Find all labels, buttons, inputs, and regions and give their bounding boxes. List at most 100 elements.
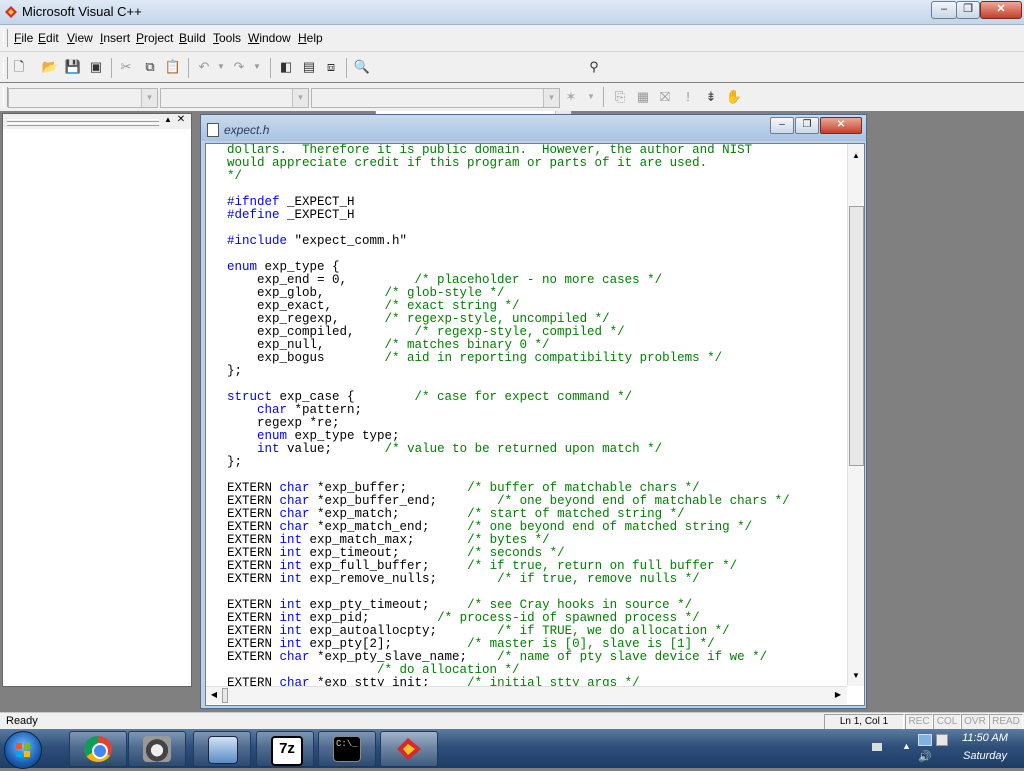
vertical-scroll-thumb[interactable] (849, 206, 864, 466)
cut-icon[interactable]: ✂ (117, 58, 135, 76)
chevron-down-icon[interactable]: ▼ (141, 89, 157, 107)
minimize-button[interactable]: ‒ (931, 1, 957, 19)
wizard-action-icon[interactable]: ✶ (562, 88, 580, 106)
keyboard-tray-icon[interactable] (872, 743, 882, 751)
redo-dropdown-icon[interactable]: ▼ (248, 58, 266, 76)
menu-build[interactable]: Build (179, 31, 206, 45)
taskbar-raccoon-app[interactable] (128, 731, 186, 767)
members-combo[interactable]: ▼ (311, 88, 560, 108)
code-line[interactable]: exp_bogus /* aid in reporting compatibil… (227, 352, 842, 365)
code-comment: /* master is [0], slave is [1] */ (467, 637, 715, 651)
workspace-icon[interactable]: ◧ (277, 58, 295, 76)
code-comment: /* one beyond end of matchable chars */ (497, 494, 790, 508)
code-line[interactable]: #include "expect_comm.h" (227, 235, 842, 248)
save-icon[interactable]: 💾 (64, 58, 82, 76)
restore-button[interactable]: ❐ (956, 1, 980, 19)
code-line[interactable]: would appreciate credit if this program … (227, 157, 842, 170)
class-combo[interactable]: ▼ (8, 88, 158, 108)
taskbar-computer[interactable] (193, 731, 251, 767)
paste-icon[interactable]: 📋 (164, 58, 182, 76)
undo-dropdown-icon[interactable]: ▼ (212, 58, 230, 76)
copy-icon[interactable]: ⧉ (141, 58, 159, 76)
new-file-icon[interactable]: 🗋 (10, 58, 28, 76)
menu-file[interactable]: File (14, 31, 33, 45)
menu-insert[interactable]: Insert (100, 31, 130, 45)
workspace-grip[interactable] (7, 119, 159, 122)
redo-icon[interactable]: ↷ (230, 58, 248, 76)
code-comment: /* initial stty args */ (467, 676, 640, 687)
code-keyword: char (279, 507, 310, 521)
show-hidden-icons-icon[interactable]: ▲ (902, 741, 911, 751)
find-in-files-icon[interactable]: 🔍 (353, 58, 371, 76)
taskbar-7zip[interactable]: 7z (256, 731, 314, 767)
filter-combo[interactable]: ▼ (160, 88, 309, 108)
maximize-pane-icon[interactable]: ▲ (163, 115, 173, 127)
code-area[interactable]: dollars. Therefore it is public domain. … (227, 144, 842, 686)
code-line[interactable]: int value; /* value to be returned upon … (227, 443, 842, 456)
doc-minimize-button[interactable]: ‒ (770, 117, 794, 134)
taskbar-chrome[interactable] (69, 731, 127, 767)
chevron-down-icon[interactable]: ▼ (292, 89, 308, 107)
horizontal-scroll-thumb[interactable] (222, 688, 228, 703)
workspace-pane[interactable]: ▲ ✕ (2, 113, 192, 687)
code-editor[interactable]: dollars. Therefore it is public domain. … (205, 143, 865, 706)
scroll-left-icon[interactable]: ◀ (206, 687, 222, 703)
undo-icon[interactable]: ↶ (195, 58, 213, 76)
menubar-grip[interactable] (3, 29, 8, 47)
start-button[interactable] (4, 731, 42, 769)
code-line[interactable]: #define _EXPECT_H (227, 209, 842, 222)
doc-restore-button[interactable]: ❐ (795, 117, 819, 134)
menu-edit[interactable]: Edit (38, 31, 59, 45)
execute-icon[interactable]: ! (679, 88, 697, 106)
vertical-scrollbar[interactable]: ▲ ▼ (847, 144, 864, 686)
code-line[interactable]: */ (227, 170, 842, 183)
build-icon[interactable]: ▦ (634, 88, 652, 106)
clock-day[interactable]: Saturday (952, 750, 1018, 762)
wizard-toolbar: ▼ ▼ ▼ ✶ ▼ ⎘ ▦ ⛝ ! ⇟ ✋ (0, 83, 1024, 111)
volume-icon[interactable]: 🔊 (918, 750, 932, 763)
toolbar-grip[interactable] (3, 57, 8, 79)
code-text: EXTERN (227, 676, 280, 687)
network-icon[interactable] (918, 734, 932, 746)
code-text: exp_timeout; (302, 546, 468, 560)
stop-build-icon[interactable]: ⛝ (656, 88, 674, 106)
code-comment: /* if TRUE, we do allocation */ (497, 624, 730, 638)
action-center-icon[interactable] (936, 734, 948, 746)
menu-view[interactable]: View (67, 31, 93, 45)
chevron-down-icon[interactable]: ▼ (543, 89, 559, 107)
close-icon: ✕ (836, 119, 846, 130)
code-line[interactable]: }; (227, 456, 842, 469)
window-list-icon[interactable]: ⧈ (322, 58, 340, 76)
scroll-right-icon[interactable]: ▶ (830, 687, 846, 703)
save-all-icon[interactable]: ▣ (87, 58, 105, 76)
find-binoculars-icon[interactable]: ⚲ (585, 58, 603, 76)
taskbar-cmd[interactable]: C:\_ (318, 731, 376, 767)
menu-help[interactable]: Help (298, 31, 323, 45)
menu-project[interactable]: Project (136, 31, 173, 45)
menu-window[interactable]: Window (248, 31, 291, 45)
menu-tools[interactable]: Tools (213, 31, 241, 45)
workspace-grip[interactable] (7, 123, 159, 126)
toolbar-separator (270, 58, 271, 78)
close-pane-icon[interactable]: ✕ (176, 114, 186, 126)
wizard-dropdown-icon[interactable]: ▼ (582, 88, 600, 106)
breakpoint-hand-icon[interactable]: ✋ (725, 88, 743, 106)
scroll-down-icon[interactable]: ▼ (848, 668, 864, 684)
code-keyword: enum (227, 260, 258, 274)
open-folder-icon[interactable]: 📂 (41, 58, 59, 76)
clock-time[interactable]: 11:50 AM (952, 732, 1018, 744)
code-line[interactable]: EXTERN char *exp_stty_init; /* initial s… (227, 676, 842, 687)
scroll-up-icon[interactable]: ▲ (848, 148, 864, 164)
close-button[interactable]: ✕ (980, 1, 1022, 19)
code-comment: */ (227, 169, 243, 183)
doc-close-button[interactable]: ✕ (820, 117, 862, 134)
code-line[interactable]: }; (227, 365, 842, 378)
go-icon[interactable]: ⇟ (702, 88, 720, 106)
compile-icon[interactable]: ⎘ (611, 88, 629, 106)
code-line[interactable]: EXTERN int exp_remove_nulls; /* if true,… (227, 573, 842, 586)
taskbar-visual-cpp[interactable] (380, 731, 438, 767)
horizontal-scrollbar[interactable]: ◀ ▶ (206, 686, 847, 704)
workspace-header: ▲ ✕ (3, 114, 191, 129)
output-icon[interactable]: ▤ (300, 58, 318, 76)
